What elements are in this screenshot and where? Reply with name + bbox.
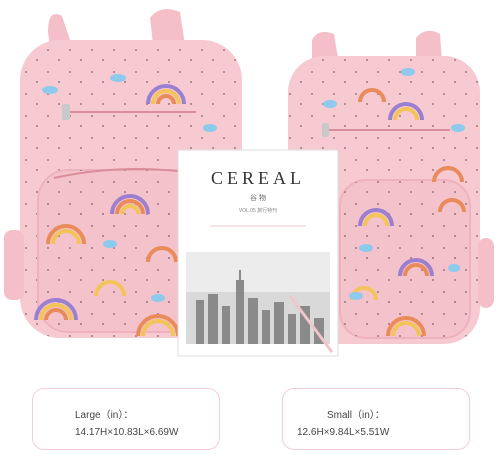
large-size-dimensions: 14.17H×10.83L×6.69W	[75, 427, 179, 438]
small-size-title: Small（in）：	[327, 410, 385, 421]
small-size-card: Small（in）： 12.6H×9.84L×5.51W	[282, 388, 470, 450]
product-photo: CEREAL 谷 物 VOL.05 旅行特刊	[0, 0, 500, 380]
backpacks-illustration: CEREAL 谷 物 VOL.05 旅行特刊	[4, 9, 494, 357]
large-size-title: Large（in）：	[75, 410, 134, 421]
magazine-subtitle: 谷 物	[250, 193, 266, 202]
magazine-title: CEREAL	[211, 168, 305, 188]
cereal-magazine: CEREAL 谷 物 VOL.05 旅行特刊	[177, 149, 339, 357]
small-size-dimensions: 12.6H×9.84L×5.51W	[297, 427, 390, 438]
magazine-issue: VOL.05 旅行特刊	[239, 207, 277, 214]
large-size-card: Large（in）： 14.17H×10.83L×6.69W	[32, 388, 220, 450]
